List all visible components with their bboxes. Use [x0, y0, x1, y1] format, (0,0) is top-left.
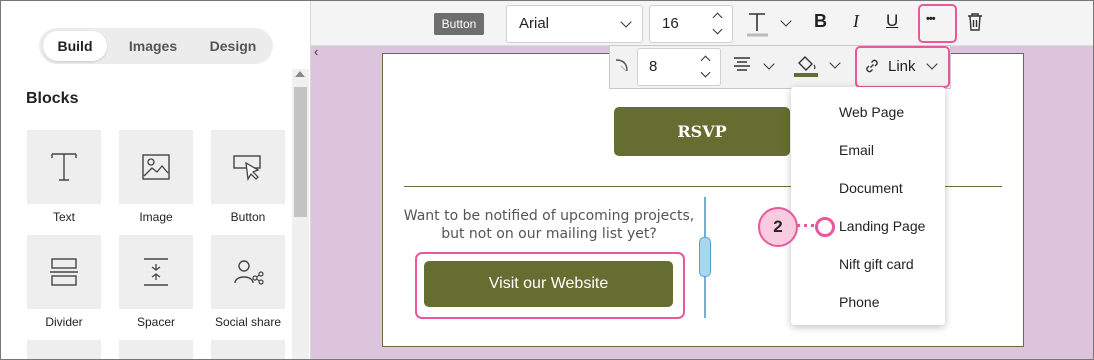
visit-website-button[interactable]: Visit our Website	[424, 261, 673, 307]
button-cursor-icon	[233, 155, 261, 181]
block-social-share[interactable]	[211, 235, 285, 309]
social-share-icon	[234, 260, 264, 285]
link-type-menu	[791, 87, 945, 325]
menu-item-document[interactable]: Document	[839, 180, 903, 196]
notify-text[interactable]: Want to be notified of upcoming projects…	[399, 207, 699, 243]
paint-bucket-icon	[794, 56, 818, 77]
text-icon	[51, 153, 77, 181]
more-options-icon[interactable]: •••	[926, 13, 936, 25]
blocks-heading: Blocks	[26, 90, 79, 107]
link-button[interactable]: Link	[863, 56, 943, 78]
underline-icon[interactable]: U	[886, 11, 898, 31]
panel-scroll-thumb[interactable]	[294, 87, 307, 217]
chevron-down-icon	[780, 15, 792, 27]
decrement-icon[interactable]	[700, 67, 711, 78]
block-button-label: Button	[230, 210, 266, 224]
block-social-share-label: Social share	[214, 315, 282, 329]
chevron-down-icon	[763, 58, 775, 70]
chevron-down-icon	[926, 58, 938, 70]
scroll-up-arrow-icon[interactable]	[295, 71, 305, 77]
block-text-label: Text	[52, 210, 75, 224]
block-button[interactable]	[211, 130, 285, 204]
font-family-select[interactable]: Arial	[506, 5, 643, 43]
more-options-highlight	[918, 4, 957, 43]
align-center-icon	[734, 57, 750, 71]
tab-build[interactable]: Build	[43, 31, 107, 61]
align-button[interactable]	[733, 56, 777, 80]
block-more-3[interactable]	[211, 340, 285, 359]
padding-stepper[interactable]: 8	[637, 48, 721, 86]
selected-element-badge: Button	[434, 13, 484, 35]
delete-button[interactable]	[966, 12, 984, 37]
image-icon	[142, 154, 170, 180]
decrement-icon[interactable]	[712, 24, 723, 35]
block-divider[interactable]	[27, 235, 101, 309]
rsvp-button[interactable]: RSVP	[614, 107, 790, 156]
block-image[interactable]	[119, 130, 193, 204]
column-resize-handle[interactable]	[699, 237, 711, 277]
tab-images[interactable]: Images	[115, 31, 191, 61]
block-spacer[interactable]	[119, 235, 193, 309]
chevron-down-icon	[829, 57, 841, 69]
menu-item-web-page[interactable]: Web Page	[839, 104, 904, 120]
increment-icon[interactable]	[700, 55, 711, 66]
block-more-2[interactable]	[119, 340, 193, 359]
left-panel: Build Images Design Blocks Text Image Bu…	[1, 1, 311, 359]
bold-icon[interactable]: B	[814, 11, 827, 32]
block-image-label: Image	[139, 210, 173, 224]
text-color-icon	[747, 13, 768, 37]
italic-icon[interactable]: I	[853, 11, 859, 32]
spacer-icon	[144, 258, 168, 286]
panel-tabs: Build Images Design	[39, 28, 273, 64]
collapse-panel-icon[interactable]: ‹	[314, 44, 318, 59]
menu-item-phone[interactable]: Phone	[839, 294, 879, 310]
block-more-1[interactable]	[27, 340, 101, 359]
font-size-stepper[interactable]: 16	[649, 5, 733, 43]
link-label: Link	[888, 58, 916, 75]
font-size-value: 16	[662, 15, 679, 32]
link-icon	[866, 59, 878, 73]
increment-icon[interactable]	[712, 12, 723, 23]
menu-item-email[interactable]: Email	[839, 142, 874, 158]
callout-target-ring	[815, 217, 835, 237]
menu-item-nift-gift-card[interactable]: Nift gift card	[839, 256, 914, 272]
text-color-button[interactable]	[743, 9, 793, 39]
block-text[interactable]	[27, 130, 101, 204]
chevron-down-icon	[620, 16, 632, 28]
callout-connector	[797, 224, 814, 227]
font-family-value: Arial	[519, 15, 550, 32]
menu-item-landing-page[interactable]: Landing Page	[839, 218, 925, 234]
tab-design[interactable]: Design	[197, 31, 269, 61]
corner-radius-icon[interactable]	[613, 56, 631, 79]
block-spacer-label: Spacer	[136, 315, 176, 329]
trash-icon	[968, 13, 982, 31]
divider-icon	[50, 258, 78, 286]
padding-value: 8	[649, 58, 658, 75]
app-window: Build Images Design Blocks Text Image Bu…	[0, 0, 1094, 360]
block-divider-label: Divider	[45, 315, 83, 329]
step-callout-badge: 2	[758, 207, 798, 247]
fill-color-button[interactable]	[793, 53, 845, 83]
